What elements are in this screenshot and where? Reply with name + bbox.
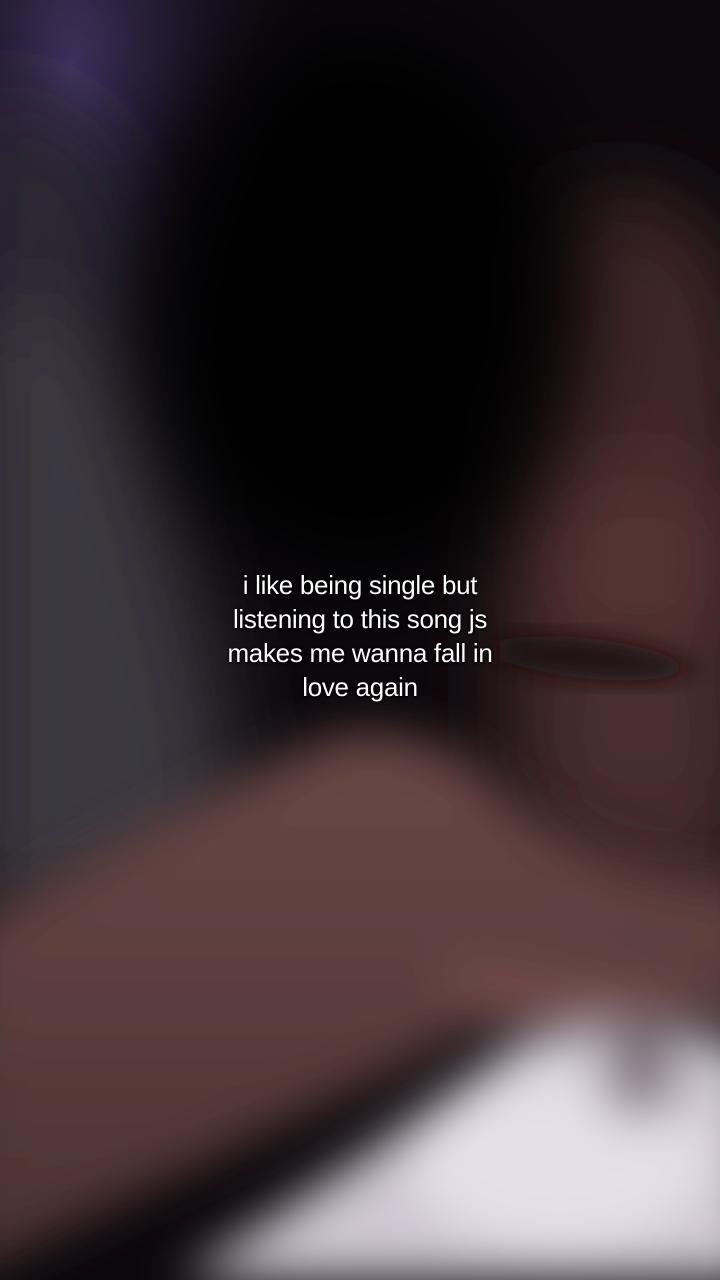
video-frame: i like being single but listening to thi… xyxy=(0,0,720,1280)
shadow-center xyxy=(140,20,580,580)
caption-overlay: i like being single but listening to thi… xyxy=(150,568,570,704)
caption-line: i like being single but xyxy=(242,570,478,600)
caption-line: listening to this song js xyxy=(232,604,488,634)
caption-line: love again xyxy=(302,672,418,702)
caption-line: makes me wanna fall in xyxy=(227,638,493,668)
